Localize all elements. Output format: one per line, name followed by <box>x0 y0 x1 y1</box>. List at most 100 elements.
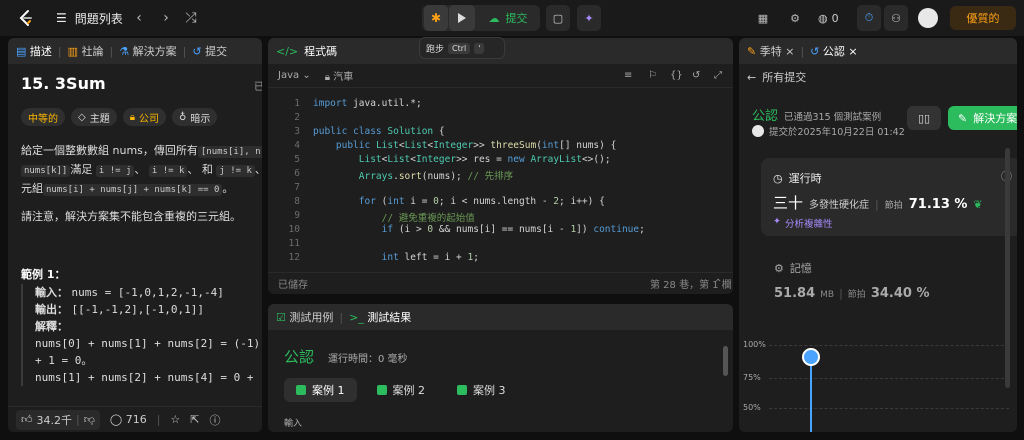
expand-icon[interactable]: ⌃ <box>714 278 722 289</box>
thumbs-down-icon[interactable]: 👎︎ <box>84 413 95 426</box>
code-area[interactable]: 1 import java.util.*; 2 3 public class Sol… <box>268 98 733 268</box>
debug-button[interactable]: ✱ <box>424 5 448 31</box>
autocomplete-toggle[interactable]: 🔒︎ 汽車 <box>325 68 354 83</box>
format-icon[interactable]: ≡ <box>624 70 632 81</box>
edit-icon: ✎ <box>958 111 968 125</box>
companies-label: 公司 <box>139 113 160 125</box>
example-title: 範例 1： <box>21 268 66 281</box>
tab-description-label: 描述 <box>29 45 52 58</box>
tab-note-label: 季特 <box>759 45 782 58</box>
stopwatch-icon: ⏱ <box>864 11 874 24</box>
case-tab-2[interactable]: 案例 2 <box>365 378 438 402</box>
history-icon: ↺ <box>810 45 820 58</box>
tab-editorial[interactable]: ▥ 社論 <box>68 43 104 59</box>
desc-text: 。 <box>222 182 234 195</box>
user-avatar[interactable] <box>918 8 938 28</box>
tab-solutions[interactable]: ⚗ 解決方案 <box>119 43 176 59</box>
sparkle-icon: ✦ <box>584 11 594 25</box>
topics-badge[interactable]: ◇ 主題 <box>71 108 117 126</box>
coins-indicator[interactable]: ◍ 0 <box>818 9 839 27</box>
premium-button[interactable]: 優質的 <box>950 6 1016 30</box>
difficulty-badge[interactable]: 中等的 <box>21 108 65 126</box>
explanation-label: 解釋： <box>35 320 68 333</box>
editorial-button[interactable]: ▯▯ <box>907 106 941 130</box>
runtime-card[interactable]: ◷運行時 ⓘ 三十 多發性硬化症 | 節拍 71.13 % ❦ ✦分析複雜性 <box>761 158 1017 236</box>
code-line: List<List<Integer>> res = new ArrayList<… <box>358 154 611 165</box>
language-select[interactable]: Java ⌄ <box>278 70 311 81</box>
distribution-chart: 100% 75% 50% <box>739 328 1017 432</box>
scrollbar[interactable] <box>723 346 728 376</box>
tab-submissions[interactable]: ↺ 提交 <box>192 43 227 59</box>
submit-button[interactable]: ☁ 提交 <box>478 5 538 31</box>
next-problem-icon[interactable]: › <box>157 9 175 27</box>
back-to-submissions[interactable]: ← 所有提交 <box>739 64 1017 90</box>
desc-text: 、 和 <box>187 163 213 176</box>
chart-gridline <box>769 378 1009 379</box>
bug-icon: ✱ <box>430 11 442 25</box>
like-divider: | <box>76 413 80 426</box>
timer-button[interactable]: ⏱ <box>857 5 881 31</box>
chip-icon: ⚙ <box>774 261 784 275</box>
arrow-left-icon: ← <box>747 70 757 84</box>
tab-note[interactable]: ✎ 季特 × <box>747 43 794 59</box>
lightbulb-icon: ♁ <box>179 111 187 123</box>
code-line: if (i > 0 && nums[i] == nums[i - 1]) con… <box>381 224 645 235</box>
shuffle-icon[interactable]: ⤮ <box>182 9 200 27</box>
scrollbar[interactable] <box>1005 148 1010 388</box>
help-icon[interactable]: ⓘ <box>210 412 221 428</box>
notes-button[interactable]: ▢ <box>546 5 570 31</box>
reset-icon[interactable]: ↺ <box>692 70 700 81</box>
ai-assist-button[interactable]: ✦ <box>577 5 601 31</box>
braces-icon[interactable]: {} <box>670 70 683 81</box>
problem-list-label: 問題列表 <box>74 11 123 26</box>
input-label: 輸入 <box>284 419 303 429</box>
companies-badge[interactable]: 🔒︎ 公司 <box>122 108 167 126</box>
memory-section[interactable]: ⚙ 記憶 51.84 MB | 節拍 34.40 % <box>774 260 929 302</box>
close-icon[interactable]: × <box>848 45 857 58</box>
code-line: public List<List<Integer>> threeSum(int[… <box>335 140 617 151</box>
case-tab-3[interactable]: 案例 3 <box>445 378 518 402</box>
tab-divider: | <box>57 44 62 58</box>
hint-badge[interactable]: ♁ 暗示 <box>172 108 218 126</box>
add-friend-button[interactable]: ⚇ <box>884 5 908 31</box>
solution-button[interactable]: ✎ 解決方案 <box>948 106 1017 130</box>
run-tooltip: 跑步 Ctrl ' <box>419 37 505 59</box>
example-input: 輸入： nums = [-1,0,1,2,-1,-4] <box>35 284 262 301</box>
case-label: 案例 2 <box>392 384 426 397</box>
thumbs-up-icon[interactable]: 👍︎ <box>21 413 33 426</box>
code-icon: </> <box>276 44 299 58</box>
fullscreen-icon[interactable]: ⤢ <box>714 70 722 81</box>
star-icon[interactable]: ☆ <box>170 413 180 426</box>
tab-description[interactable]: ▤ 描述 <box>16 43 52 59</box>
problem-list-link[interactable]: ☰ 問題列表 <box>56 9 123 27</box>
beats-label: 節拍 <box>884 201 903 211</box>
prev-problem-icon[interactable]: ‹ <box>130 9 148 27</box>
tab-testcase[interactable]: ☑ 測試用例 <box>276 309 333 325</box>
close-icon[interactable]: × <box>785 45 794 58</box>
doc-icon: ▤ <box>16 45 27 58</box>
analyze-complexity-link[interactable]: ✦ 分析複雜性 <box>773 216 832 230</box>
tab-test-result-label: 測試結果 <box>367 311 412 324</box>
memory-unit: MB <box>820 290 835 300</box>
tooltip-label: 跑步 <box>426 44 445 55</box>
play-icon <box>458 13 466 23</box>
book-icon: ▯▯ <box>917 111 931 125</box>
inline-code: nums[k]] <box>21 165 71 177</box>
settings-gear-icon[interactable]: ⚙ <box>786 9 804 27</box>
language-label: Java <box>278 70 300 81</box>
comments-button[interactable]: ◯ 716 <box>110 413 147 426</box>
layout-icon[interactable]: ▦ <box>754 9 772 27</box>
case-tab-1[interactable]: 案例 1 <box>284 378 357 402</box>
share-icon[interactable]: ⇱ <box>190 413 199 426</box>
note-icon: ✎ <box>747 45 757 58</box>
tab-accepted[interactable]: ↺ 公認 × <box>810 43 857 59</box>
user-avatar[interactable] <box>752 125 764 137</box>
tab-test-result[interactable]: >_ 測試結果 <box>349 309 411 325</box>
tab-divider: | <box>800 44 805 58</box>
chevron-down-icon: ⌄ <box>302 70 311 81</box>
bookmark-icon[interactable]: ⚐ <box>648 70 657 81</box>
user-position-marker[interactable] <box>802 348 820 366</box>
leetcode-logo-icon[interactable] <box>17 9 35 27</box>
desc-text: 、 <box>134 163 146 176</box>
run-button[interactable] <box>449 5 475 31</box>
